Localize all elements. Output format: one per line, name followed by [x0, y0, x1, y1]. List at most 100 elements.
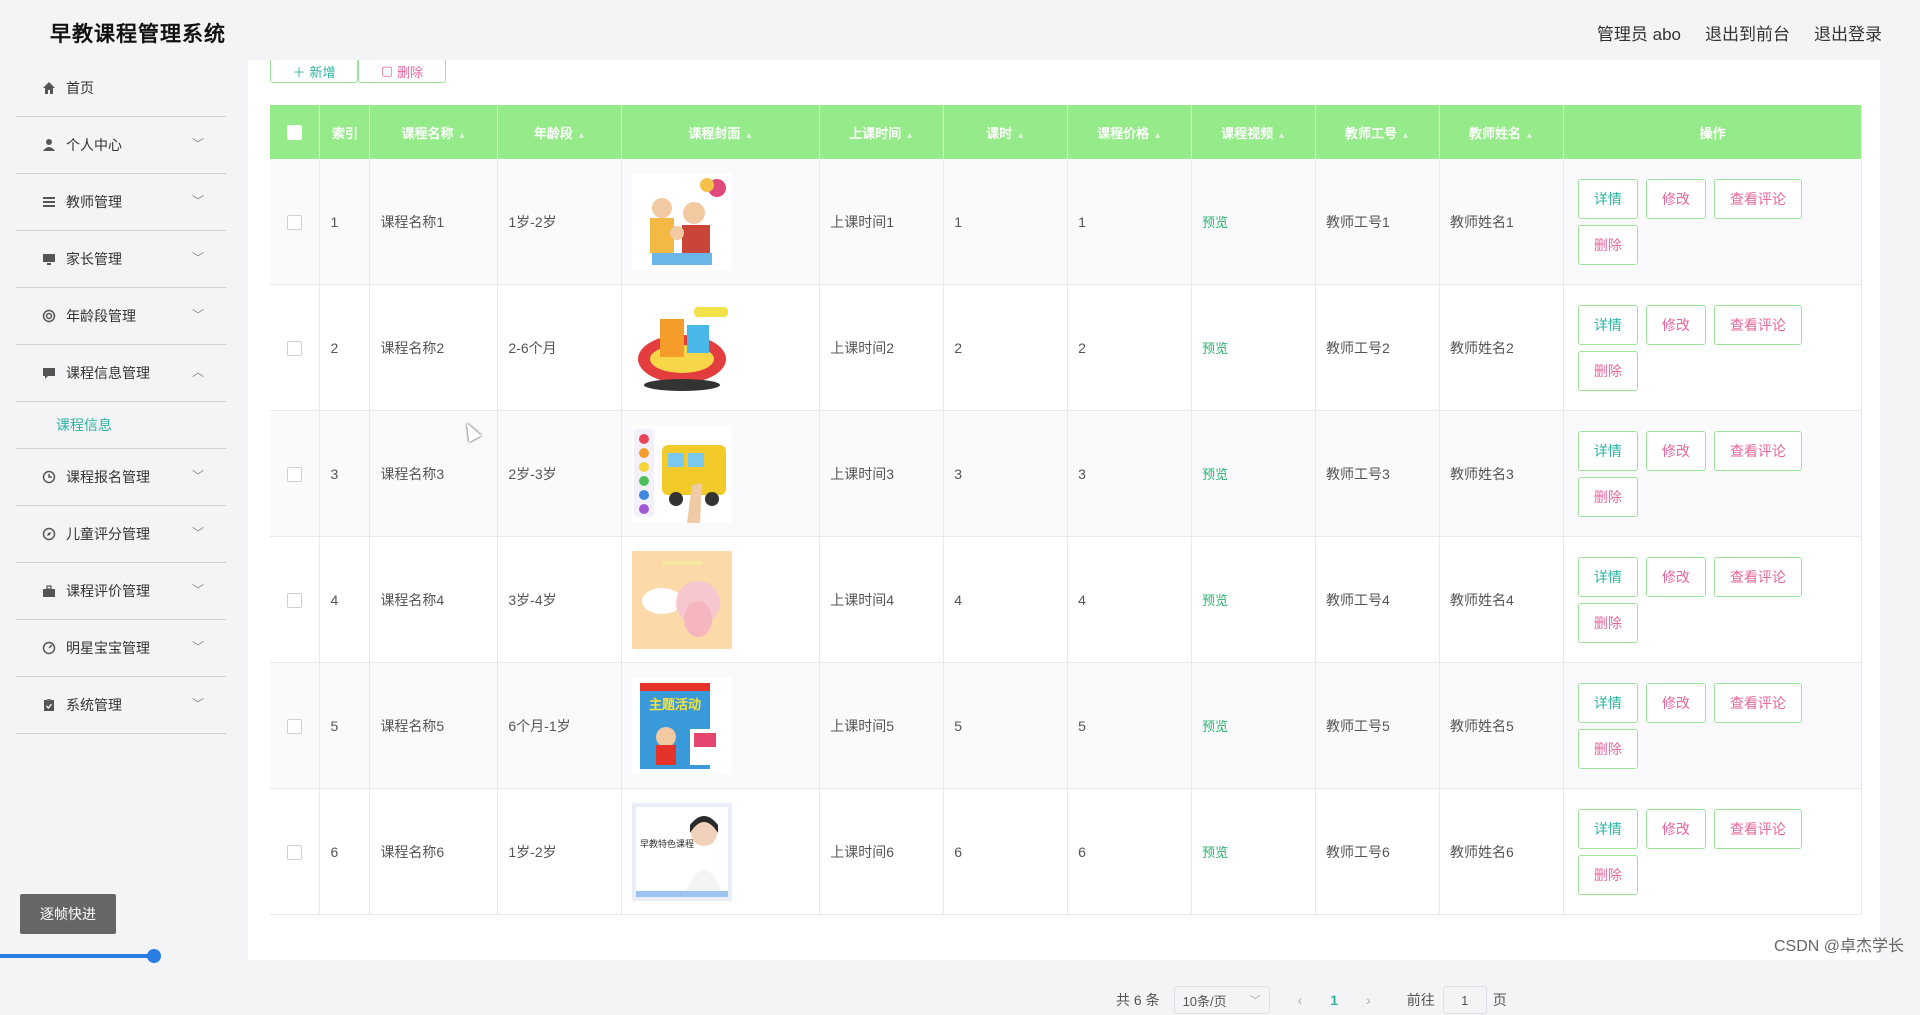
cell-course-name: 课程名称3: [369, 410, 499, 537]
sidebar-item-course-review[interactable]: 课程评价管理 ﹀: [16, 563, 226, 620]
col-header-name[interactable]: 课程名称 ▲: [369, 105, 499, 159]
edit-button[interactable]: 修改: [1645, 556, 1706, 597]
svg-text:主题活动: 主题活动: [649, 697, 701, 713]
detail-button[interactable]: 详情: [1577, 304, 1638, 345]
view-reviews-button[interactable]: 查看评论: [1713, 304, 1802, 345]
video-preview-link[interactable]: 预览: [1202, 341, 1228, 356]
video-preview-link[interactable]: 预览: [1202, 215, 1228, 230]
sort-icon: ▲: [1277, 129, 1287, 140]
view-reviews-button[interactable]: 查看评论: [1713, 556, 1802, 597]
detail-button[interactable]: 详情: [1577, 682, 1638, 723]
video-preview-link[interactable]: 预览: [1202, 719, 1228, 734]
goto-page-input[interactable]: 1: [1442, 986, 1487, 1014]
col-header-video[interactable]: 课程视频 ▲: [1191, 105, 1317, 159]
chevron-down-icon: ﹀: [191, 308, 204, 322]
chevron-down-icon: ﹀: [191, 583, 204, 597]
row-checkbox[interactable]: [287, 718, 303, 734]
course-cover-image[interactable]: [632, 424, 733, 523]
delete-button[interactable]: 删除: [1577, 854, 1638, 895]
cell-actions: 详情 修改 查看评论删除: [1563, 284, 1863, 411]
cell-actions: 详情 修改 查看评论删除: [1563, 788, 1863, 915]
sidebar-item-star-baby[interactable]: 明星宝宝管理 ﹀: [16, 620, 226, 677]
chevron-down-icon: ﹀: [191, 251, 204, 265]
view-reviews-button[interactable]: 查看评论: [1713, 430, 1802, 471]
select-all-checkbox[interactable]: [287, 125, 303, 141]
course-cover-image[interactable]: [632, 172, 733, 271]
chevron-down-icon: ﹀: [191, 469, 204, 483]
sidebar-item-system[interactable]: 系统管理 ﹀: [16, 677, 226, 734]
sidebar-item-personal[interactable]: 个人中心 ﹀: [16, 117, 226, 174]
sidebar-item-course-info[interactable]: 课程信息管理 ︿: [16, 345, 226, 402]
video-preview-link[interactable]: 预览: [1202, 593, 1228, 608]
row-checkbox[interactable]: [287, 340, 303, 356]
sidebar-item-parent[interactable]: 家长管理 ﹀: [16, 231, 226, 288]
goto-suffix: 页: [1492, 992, 1507, 1008]
row-checkbox[interactable]: [287, 466, 303, 482]
delete-button[interactable]: 删除: [1577, 224, 1638, 265]
col-header-teacher-name[interactable]: 教师姓名 ▲: [1439, 105, 1564, 159]
progress-handle[interactable]: [147, 949, 161, 963]
batch-delete-button[interactable]: ▢ 删除: [358, 60, 446, 83]
sidebar: 首页 个人中心 ﹀ 教师管理 ﹀ 家长管理 ﹀ 年龄段管理 ﹀ 课程信息管理 ︿: [16, 60, 226, 960]
course-cover-image[interactable]: [632, 298, 733, 397]
view-reviews-button[interactable]: 查看评论: [1713, 178, 1802, 219]
delete-button[interactable]: 删除: [1577, 602, 1638, 643]
chat-icon: [40, 364, 58, 382]
exit-front-link[interactable]: 退出到前台: [1705, 20, 1790, 45]
col-header-time[interactable]: 上课时间 ▲: [819, 105, 945, 159]
home-icon: [40, 79, 58, 97]
edit-button[interactable]: 修改: [1645, 178, 1706, 219]
sidebar-item-child-score[interactable]: 儿童评分管理 ﹀: [16, 506, 226, 563]
view-reviews-button[interactable]: 查看评论: [1713, 682, 1802, 723]
view-reviews-button[interactable]: 查看评论: [1713, 808, 1802, 849]
video-preview-link[interactable]: 预览: [1202, 467, 1228, 482]
delete-button[interactable]: 删除: [1577, 728, 1638, 769]
sidebar-item-age[interactable]: 年龄段管理 ﹀: [16, 288, 226, 345]
add-button[interactable]: ＋ 新增: [270, 60, 358, 83]
delete-button[interactable]: 删除: [1577, 476, 1638, 517]
sidebar-item-teacher[interactable]: 教师管理 ﹀: [16, 174, 226, 231]
current-page[interactable]: 1: [1330, 992, 1338, 1008]
sidebar-item-home[interactable]: 首页: [16, 60, 226, 117]
clipboard-icon: [40, 696, 58, 714]
col-header-teacher-no[interactable]: 教师工号 ▲: [1315, 105, 1440, 159]
edit-button[interactable]: 修改: [1645, 430, 1706, 471]
add-button-label: 新增: [309, 64, 336, 80]
next-page-icon[interactable]: ›: [1366, 992, 1371, 1008]
chevron-up-icon: ︿: [191, 365, 204, 379]
cell-hours: 6: [943, 788, 1069, 915]
course-cover-image[interactable]: [632, 550, 733, 649]
frame-forward-button[interactable]: 逐帧快进: [20, 894, 116, 934]
row-checkbox[interactable]: [287, 214, 303, 230]
page-size-select[interactable]: 10条/页 ﹀: [1173, 986, 1270, 1014]
detail-button[interactable]: 详情: [1577, 808, 1638, 849]
edit-button[interactable]: 修改: [1645, 304, 1706, 345]
logout-link[interactable]: 退出登录: [1814, 20, 1882, 45]
row-checkbox[interactable]: [287, 844, 303, 860]
col-header-hours[interactable]: 课时 ▲: [943, 105, 1069, 159]
cell-class-time: 上课时间5: [819, 662, 945, 789]
col-header-age[interactable]: 年龄段 ▲: [497, 105, 623, 159]
prev-page-icon[interactable]: ‹: [1298, 992, 1303, 1008]
edit-button[interactable]: 修改: [1645, 808, 1706, 849]
detail-button[interactable]: 详情: [1577, 430, 1638, 471]
col-header-cover[interactable]: 课程封面 ▲: [621, 105, 821, 159]
chevron-down-icon: ﹀: [191, 526, 204, 540]
table-header-row: 索引 课程名称 ▲ 年龄段 ▲ 课程封面 ▲ 上课时间 ▲ 课时 ▲ 课程价格 ▲ 课程视频…: [270, 105, 1863, 159]
col-header-price[interactable]: 课程价格 ▲: [1067, 105, 1193, 159]
cell-actions: 详情 修改 查看评论删除: [1563, 410, 1863, 537]
chevron-down-icon: ﹀: [191, 640, 204, 654]
sidebar-subitem-label[interactable]: 课程信息: [56, 415, 112, 435]
cell-cover: 主题活动: [621, 662, 821, 789]
cell-video: 预览: [1191, 159, 1317, 285]
video-preview-link[interactable]: 预览: [1202, 845, 1228, 860]
course-cover-image[interactable]: 主题活动: [632, 676, 733, 775]
delete-button[interactable]: 删除: [1577, 350, 1638, 391]
row-checkbox[interactable]: [287, 592, 303, 608]
course-cover-image[interactable]: 早教特色课程: [632, 802, 733, 901]
sidebar-item-enroll[interactable]: 课程报名管理 ﹀: [16, 449, 226, 506]
detail-button[interactable]: 详情: [1577, 556, 1638, 597]
detail-button[interactable]: 详情: [1577, 178, 1638, 219]
edit-button[interactable]: 修改: [1645, 682, 1706, 723]
cell-teacher-no: 教师工号5: [1315, 662, 1440, 789]
